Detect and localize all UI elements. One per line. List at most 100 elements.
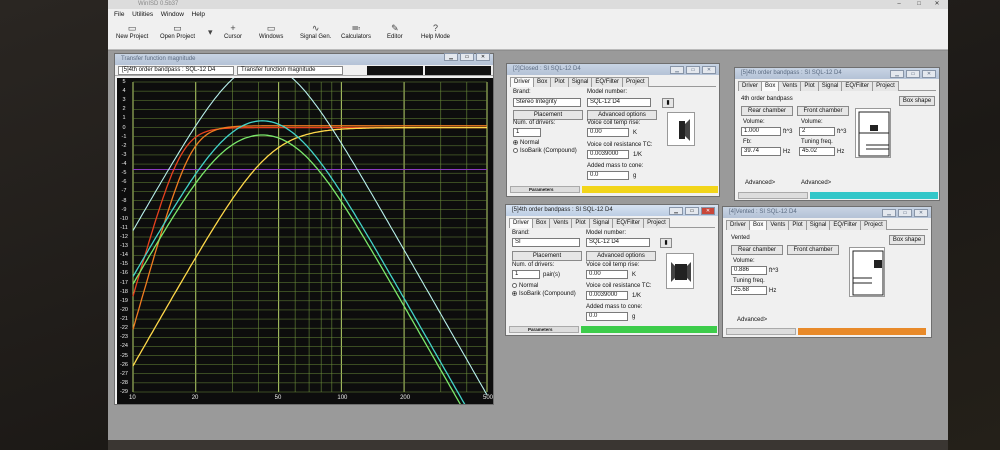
num-drivers-field[interactable]: 1 <box>513 128 541 137</box>
tab-eq-filter[interactable]: EQ/Filter <box>612 218 645 228</box>
close-button[interactable]: ✕ <box>928 0 946 8</box>
mass-field[interactable]: 0.0 <box>586 312 628 321</box>
mass-field[interactable]: 0.0 <box>587 171 629 180</box>
close-icon[interactable]: ✕ <box>702 66 716 74</box>
advanced-options-button[interactable]: Advanced options <box>586 251 656 261</box>
maximize-button[interactable]: □ <box>910 0 928 8</box>
advanced-link[interactable]: Advanced> <box>737 317 767 323</box>
minimize-icon[interactable]: ▁ <box>890 70 904 78</box>
rear-advanced-link[interactable]: Advanced> <box>745 180 775 186</box>
signal-gen-button[interactable]: ∿ Signal Gen. <box>300 22 331 40</box>
driver-browse-button[interactable]: ▮ <box>662 98 674 108</box>
tab-signal[interactable]: Signal <box>588 218 614 228</box>
minimize-button[interactable]: – <box>890 0 908 8</box>
volume-field[interactable]: 0.886 <box>731 266 767 275</box>
minimize-icon[interactable]: ▁ <box>670 66 684 74</box>
bandpass-driver-titlebar[interactable]: [5]4th order bandpass : SI SQL-12 D4 ▁ ▭ ✕ <box>506 205 718 216</box>
menu-window[interactable]: Window <box>161 9 184 20</box>
num-drivers-field[interactable]: 1 <box>512 270 540 279</box>
open-dropdown-button[interactable]: ▾ <box>208 26 213 38</box>
tab-project[interactable]: Project <box>622 77 649 87</box>
front-chamber-button[interactable]: Front chamber <box>787 245 839 255</box>
tab-signal[interactable]: Signal <box>817 81 843 91</box>
restore-icon[interactable]: ▭ <box>906 70 920 78</box>
minimize-icon[interactable]: ▁ <box>669 207 683 215</box>
driver-browse-button[interactable]: ▮ <box>660 238 672 248</box>
bandpass-box-titlebar[interactable]: [5]4th order bandpass : SI SQL-12 D4 ▁ ▭ ✕ <box>735 68 939 79</box>
minimize-icon[interactable]: ▁ <box>444 53 458 61</box>
isobarik-radio[interactable]: IsoBarik (Compound) <box>513 148 577 154</box>
front-volume-field[interactable]: 2 <box>799 127 835 136</box>
isobarik-radio[interactable]: IsoBarik (Compound) <box>512 291 576 297</box>
vented-window-titlebar[interactable]: [4]Vented : SI SQL-12 D4 ▁ ▭ ✕ <box>723 207 931 218</box>
restore-icon[interactable]: ▭ <box>460 53 474 61</box>
menu-utilities[interactable]: Utilities <box>132 9 153 20</box>
tab-driver[interactable]: Driver <box>510 77 534 87</box>
tab-driver[interactable]: Driver <box>738 81 762 91</box>
calculators-button[interactable]: ≕ Calculators <box>341 22 371 40</box>
parameters-button[interactable] <box>738 192 808 199</box>
parameters-button[interactable]: Parameters <box>510 186 580 193</box>
tab-box[interactable]: Box <box>533 77 552 87</box>
close-icon[interactable]: ✕ <box>922 70 936 78</box>
windows-button[interactable]: ▭ Windows <box>259 22 283 40</box>
rear-chamber-button[interactable]: Rear chamber <box>741 106 793 116</box>
tab-project[interactable]: Project <box>872 81 899 91</box>
vc-temp-field[interactable]: 0.00 <box>586 270 628 279</box>
plot-type-select[interactable]: Transfer function magnitude <box>237 66 343 75</box>
placement-button[interactable]: Placement <box>512 251 582 261</box>
tuning-field[interactable]: 25.68 <box>731 286 767 295</box>
close-icon[interactable]: ✕ <box>476 53 490 61</box>
new-project-button[interactable]: ▭ New Project <box>116 22 148 40</box>
tab-eq-filter[interactable]: EQ/Filter <box>841 81 874 91</box>
tab-vents[interactable]: Vents <box>766 220 790 230</box>
restore-icon[interactable]: ▭ <box>898 209 912 217</box>
fb-field[interactable]: 39.74 <box>741 147 781 156</box>
tab-box[interactable]: Box <box>749 220 768 230</box>
closed-window-titlebar[interactable]: [2]Closed : SI SQL-12 D4 ▁ ▭ ✕ <box>507 64 719 75</box>
brand-field[interactable]: SI <box>512 238 580 247</box>
open-project-button[interactable]: ▭ Open Project <box>160 22 195 40</box>
tab-eq-filter[interactable]: EQ/Filter <box>829 220 862 230</box>
menu-file[interactable]: File <box>114 9 124 20</box>
parameters-button[interactable] <box>726 328 796 335</box>
graph-window-titlebar[interactable]: Transfer function magnitude <box>115 54 493 65</box>
close-icon[interactable]: ✕ <box>914 209 928 217</box>
project-select[interactable]: [5]4th order bandpass : SQL-12 D4 <box>118 66 234 75</box>
normal-radio[interactable]: Normal <box>512 283 538 289</box>
tab-project[interactable]: Project <box>643 218 670 228</box>
vc-temp-field[interactable]: 0.00 <box>587 128 629 137</box>
tab-vents[interactable]: Vents <box>778 81 802 91</box>
tab-box[interactable]: Box <box>761 81 780 91</box>
restore-icon[interactable]: ▭ <box>685 207 699 215</box>
brand-field[interactable]: Stereo Integrity <box>513 98 581 107</box>
vc-res-field[interactable]: 0.0039000 <box>587 150 629 159</box>
rear-volume-field[interactable]: 1.000 <box>741 127 781 136</box>
front-advanced-link[interactable]: Advanced> <box>801 180 831 186</box>
tuning-field[interactable]: 45.02 <box>799 147 835 156</box>
model-field[interactable]: SQL-12 D4 <box>587 98 651 107</box>
cursor-button[interactable]: + Cursor <box>224 22 242 40</box>
tab-plot[interactable]: Plot <box>800 81 819 91</box>
menu-help[interactable]: Help <box>192 9 205 20</box>
tab-vents[interactable]: Vents <box>549 218 573 228</box>
tab-signal[interactable]: Signal <box>805 220 831 230</box>
tab-signal[interactable]: Signal <box>567 77 593 87</box>
placement-button[interactable]: Placement <box>513 110 583 120</box>
plot-area[interactable]: 5 4 3 2 1 0 -1 -2 -3 -4 -5 -6 -7 -8 -9 -10 -11 -12 -13 -14-… <box>117 64 493 411</box>
model-field[interactable]: SQL-12 D4 <box>586 238 650 247</box>
tab-driver[interactable]: Driver <box>509 218 533 228</box>
tab-plot[interactable]: Plot <box>571 218 590 228</box>
help-mode-button[interactable]: ? Help Mode <box>421 22 450 40</box>
close-icon[interactable]: ✕ <box>701 207 715 215</box>
minimize-icon[interactable]: ▁ <box>882 209 896 217</box>
front-chamber-button[interactable]: Front chamber <box>797 106 849 116</box>
parameters-button[interactable]: Parameters <box>509 326 579 333</box>
tab-project[interactable]: Project <box>860 220 887 230</box>
tab-plot[interactable]: Plot <box>788 220 807 230</box>
editor-button[interactable]: ✎ Editor <box>387 22 403 40</box>
normal-radio[interactable]: Normal <box>513 140 539 146</box>
advanced-options-button[interactable]: Advanced options <box>587 110 657 120</box>
tab-plot[interactable]: Plot <box>550 77 569 87</box>
tab-box[interactable]: Box <box>532 218 551 228</box>
